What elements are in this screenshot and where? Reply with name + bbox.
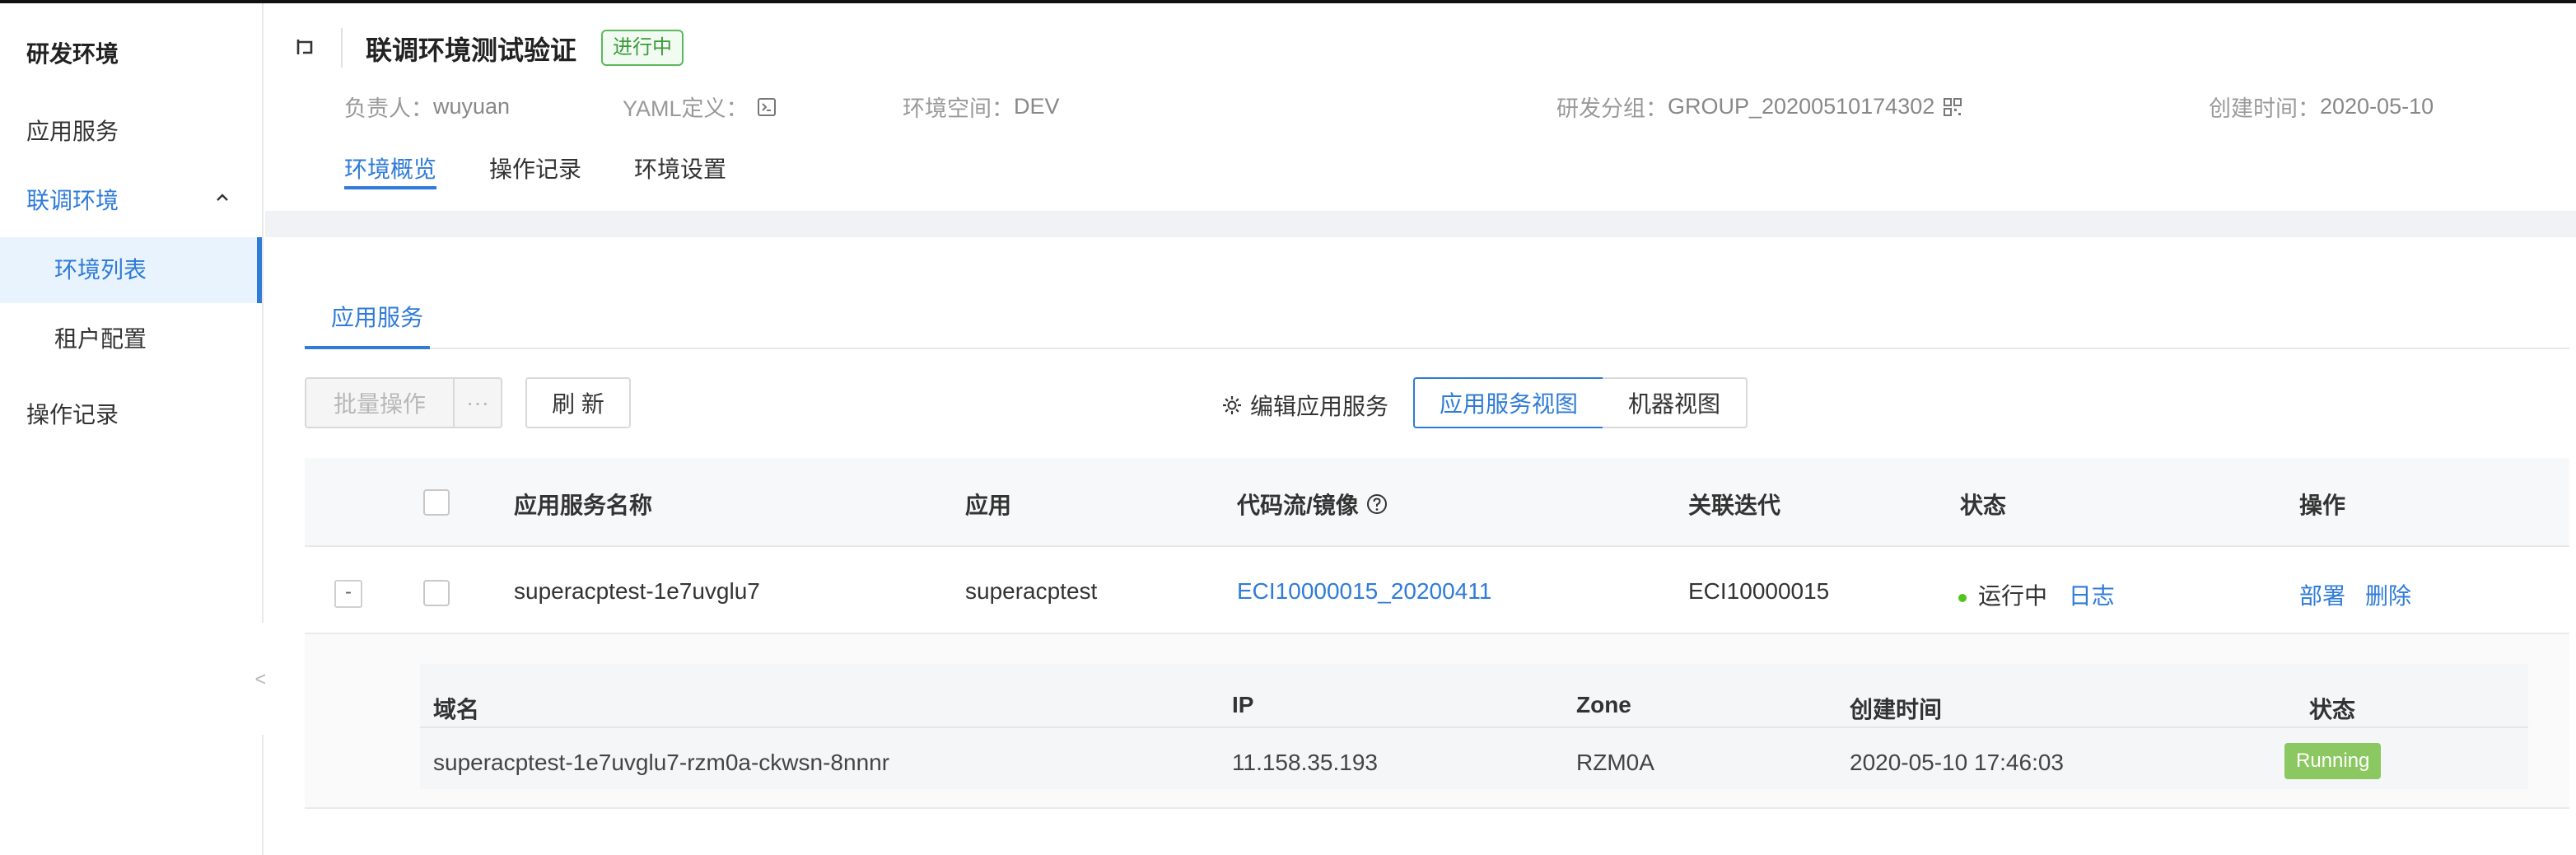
detail-col-ip: IP (1232, 692, 1254, 717)
refresh-button[interactable]: 刷 新 (525, 377, 631, 428)
tab-operation-log[interactable]: 操作记录 (489, 152, 581, 185)
sidebar: 研发环境 应用服务 联调环境 环境列表 租户配置 操作记录 (0, 3, 264, 855)
status-dot (1958, 593, 1967, 602)
detail-col-status: 状态 (2309, 697, 2356, 722)
meta-created-value: 2020-05-10 (2320, 94, 2434, 119)
meta-owner-label: 负责人： (344, 96, 433, 121)
detail-divider (420, 727, 2528, 728)
row-checkbox[interactable] (423, 580, 450, 606)
meta-group: 研发分组： GROUP_20200510174302 (1556, 91, 1962, 123)
detail-cell-ip: 11.158.35.193 (1232, 750, 1378, 775)
col-status: 状态 (1960, 493, 2007, 518)
cell-iteration: ECI10000015 (1688, 578, 1830, 604)
log-link[interactable]: 日志 (2069, 583, 2115, 609)
meta-space: 环境空间： DEV (903, 91, 1060, 123)
detail-col-domain: 域名 (433, 697, 480, 722)
cell-status: 运行中 日志 (1958, 578, 2115, 611)
col-iteration: 关联迭代 (1688, 493, 1781, 518)
meta-space-value: DEV (1014, 94, 1060, 119)
sidebar-item-app-service[interactable]: 应用服务 (26, 114, 119, 147)
cell-app: superacptest (965, 578, 1098, 604)
page-header: 联调环境测试验证 进行中 负责人： wuyuan YAML定义： 环境空间： D… (265, 3, 2576, 211)
table-row: - superacptest-1e7uvglu7 superacptest EC… (305, 547, 2569, 634)
collapse-row-button[interactable]: - (334, 580, 362, 608)
select-all-checkbox[interactable] (423, 489, 450, 516)
col-app: 应用 (965, 493, 1012, 518)
meta-created-label: 创建时间： (2209, 96, 2320, 121)
header-divider (341, 28, 343, 68)
machine-view-button[interactable]: 机器视图 (1603, 377, 1748, 428)
chevron-up-icon[interactable] (216, 191, 229, 204)
help-icon[interactable] (1365, 493, 1388, 516)
cell-service-name: superacptest-1e7uvglu7 (514, 578, 760, 604)
detail-col-zone: Zone (1576, 692, 1631, 717)
terminal-icon[interactable] (757, 97, 777, 117)
gear-icon (1223, 396, 1241, 414)
sub-tab-baseline (305, 348, 2569, 349)
col-actions: 操作 (2299, 493, 2346, 518)
more-actions-button[interactable]: ··· (453, 377, 502, 428)
sub-tab-active-indicator (305, 346, 430, 349)
meta-owner-value: wuyuan (433, 94, 511, 119)
sidebar-item-operation-log[interactable]: 操作记录 (26, 397, 119, 430)
sidebar-item-joint-env[interactable]: 联调环境 (26, 183, 119, 216)
status-badge: 进行中 (601, 30, 684, 66)
col-service-name: 应用服务名称 (514, 493, 653, 518)
col-code-image-label: 代码流/镜像 (1237, 493, 1359, 518)
back-icon[interactable] (293, 35, 318, 59)
meta-group-value: GROUP_20200510174302 (1668, 94, 1935, 119)
tab-overview[interactable]: 环境概览 (344, 152, 436, 185)
qrcode-icon[interactable] (1943, 97, 1962, 117)
meta-yaml: YAML定义： (623, 91, 777, 123)
sidebar-item-tenant-config[interactable]: 租户配置 (0, 306, 262, 372)
edit-app-service-button[interactable]: 编辑应用服务 (1220, 389, 1388, 422)
sidebar-title: 研发环境 (26, 41, 119, 67)
main-content: 应用服务 批量操作 ··· 刷 新 编辑应用服务 应用服务视图 机器视图 应用服… (265, 237, 2576, 855)
detail-col-created: 创建时间 (1850, 697, 1943, 722)
meta-group-label: 研发分组： (1556, 96, 1668, 121)
row-detail-panel: 域名 IP Zone 创建时间 状态 superacptest-1e7uvglu… (305, 634, 2569, 809)
meta-yaml-label: YAML定义： (623, 96, 749, 121)
app-service-view-button[interactable]: 应用服务视图 (1413, 377, 1604, 428)
edit-app-service-label: 编辑应用服务 (1250, 394, 1389, 419)
cell-code-image-link[interactable]: ECI10000015_20200411 (1237, 578, 1491, 605)
meta-space-label: 环境空间： (903, 96, 1014, 121)
section-divider-band (265, 211, 2576, 237)
tab-app-service[interactable]: 应用服务 (331, 300, 423, 333)
detail-cell-domain: superacptest-1e7uvglu7-rzm0a-ckwsn-8nnnr (433, 750, 890, 775)
detail-cell-zone: RZM0A (1576, 750, 1654, 775)
instance-table: 域名 IP Zone 创建时间 状态 superacptest-1e7uvglu… (420, 664, 2528, 789)
meta-owner: 负责人： wuyuan (344, 91, 510, 123)
deploy-link[interactable]: 部署 (2299, 578, 2345, 611)
running-status-badge: Running (2284, 743, 2382, 779)
meta-created: 创建时间： 2020-05-10 (2209, 91, 2434, 123)
sidebar-item-env-list[interactable]: 环境列表 (0, 237, 262, 303)
page-title: 联调环境测试验证 (366, 35, 577, 65)
batch-operation-button[interactable]: 批量操作 (305, 377, 455, 428)
status-text: 运行中 (1978, 583, 2048, 609)
delete-link[interactable]: 删除 (2365, 578, 2411, 611)
tab-env-settings[interactable]: 环境设置 (634, 152, 726, 185)
table-header: 应用服务名称 应用 代码流/镜像 关联迭代 状态 操作 (305, 458, 2569, 547)
detail-cell-created: 2020-05-10 17:46:03 (1850, 750, 2064, 775)
tab-active-indicator (344, 186, 436, 189)
col-code-image: 代码流/镜像 (1237, 488, 1388, 521)
